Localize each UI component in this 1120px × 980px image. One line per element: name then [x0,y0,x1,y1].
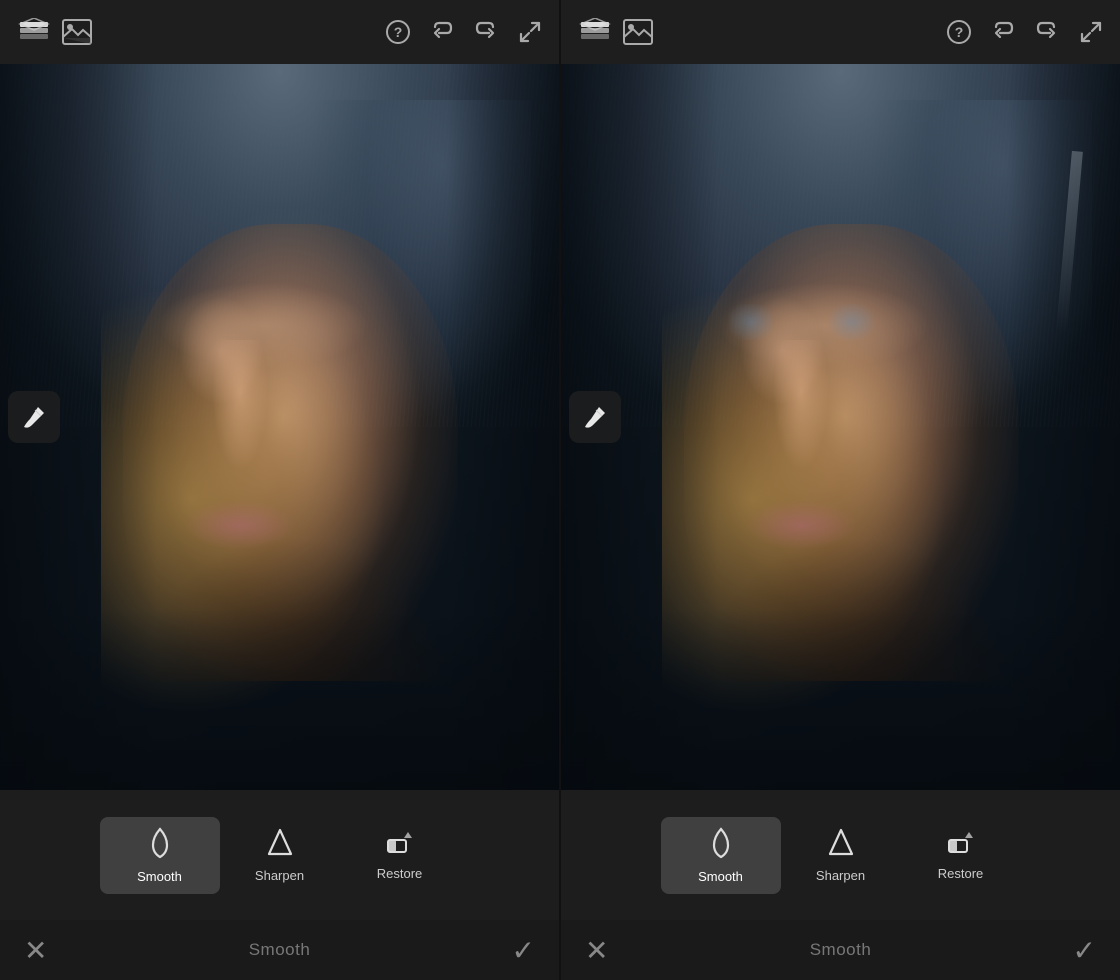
toolbar-right: ? [561,0,1120,64]
brush-icon-right [581,403,609,431]
sharpen-icon-left [267,828,293,862]
svg-text:?: ? [394,24,403,40]
help-icon[interactable]: ? [385,19,411,45]
cancel-button-left[interactable]: ✕ [24,934,47,967]
brush-icon-left [20,403,48,431]
smooth-label-left: Smooth [137,869,182,884]
smooth-icon-left [147,827,173,863]
sharpen-label-left: Sharpen [255,868,304,883]
panel-right: ? [561,0,1120,980]
bottom-tools-right: Smooth Sharpen [561,790,1120,920]
tool-buttons-right: Smooth Sharpen [561,817,1120,894]
expand-icon-right[interactable] [1078,19,1104,45]
action-title-left: Smooth [249,940,311,960]
smooth-label-right: Smooth [698,869,743,884]
layers-icon-right[interactable] [577,14,613,50]
cancel-button-right[interactable]: ✕ [585,934,608,967]
sharpen-tool-right[interactable]: Sharpen [781,817,901,894]
restore-label-left: Restore [377,866,423,881]
brush-tool-left[interactable] [8,391,60,443]
image-icon[interactable] [62,19,92,45]
restore-tool-left[interactable]: Restore [340,817,460,894]
sharpen-icon-right [828,828,854,862]
restore-icon-left [386,830,414,860]
bottom-tools-left: Smooth Sharpen [0,790,559,920]
image-icon-right[interactable] [623,19,653,45]
toolbar-left: ? [0,0,559,64]
redo-icon-right[interactable] [1034,19,1060,45]
photo-area-left[interactable] [0,64,559,790]
main-container: ? [0,0,1120,980]
action-bar-left: ✕ Smooth ✓ [0,920,559,980]
restore-label-right: Restore [938,866,984,881]
undo-icon-right[interactable] [990,19,1016,45]
layers-icon[interactable] [16,14,52,50]
sharpen-label-right: Sharpen [816,868,865,883]
redo-icon[interactable] [473,19,499,45]
smooth-tool-right[interactable]: Smooth [661,817,781,894]
smooth-icon-right [708,827,734,863]
tool-buttons-left: Smooth Sharpen [0,817,559,894]
expand-icon[interactable] [517,19,543,45]
confirm-button-right[interactable]: ✓ [1073,934,1096,967]
smooth-tool-left[interactable]: Smooth [100,817,220,894]
restore-tool-right[interactable]: Restore [901,817,1021,894]
help-icon-right[interactable]: ? [946,19,972,45]
action-title-right: Smooth [810,940,872,960]
svg-text:?: ? [955,24,964,40]
panel-left: ? [0,0,561,980]
action-bar-right: ✕ Smooth ✓ [561,920,1120,980]
confirm-button-left[interactable]: ✓ [512,934,535,967]
photo-area-right[interactable] [561,64,1120,790]
restore-icon-right [947,830,975,860]
undo-icon[interactable] [429,19,455,45]
sharpen-tool-left[interactable]: Sharpen [220,817,340,894]
brush-tool-right[interactable] [569,391,621,443]
